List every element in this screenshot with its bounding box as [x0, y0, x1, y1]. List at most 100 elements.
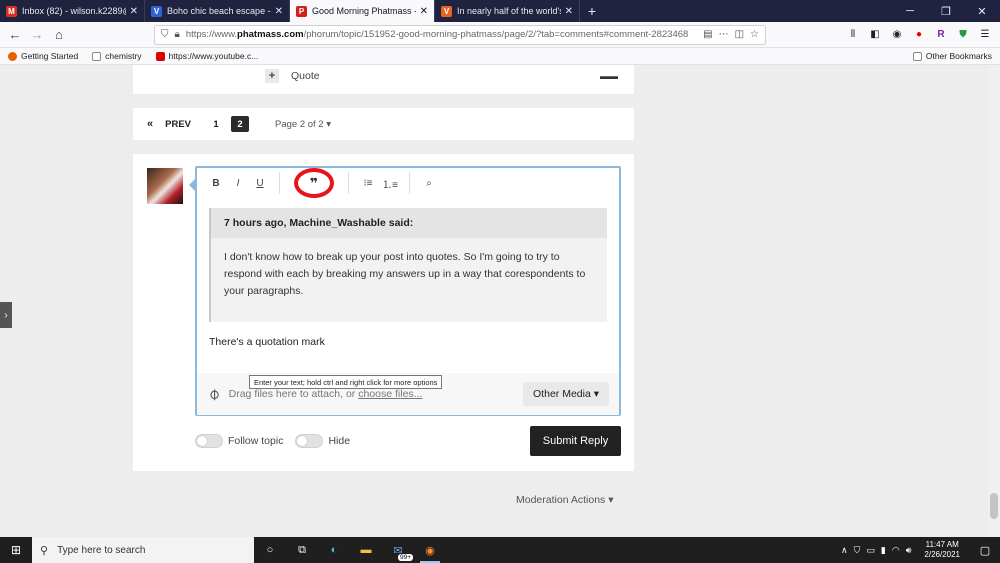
- quote-toolbar-button[interactable]: ❞: [294, 168, 334, 198]
- toolbar-right: ⫴ ◧ ◉ ● R ⛊ ☰: [842, 24, 996, 46]
- submit-reply-button[interactable]: Submit Reply: [530, 426, 621, 456]
- toolbar-divider: [409, 172, 410, 194]
- extension-shield-icon[interactable]: ⛊: [952, 24, 974, 46]
- italic-button[interactable]: I: [227, 172, 249, 194]
- page-link-2[interactable]: 2: [231, 116, 249, 132]
- gmail-icon: M: [6, 5, 17, 17]
- bookmark-star-icon[interactable]: ☆: [750, 29, 759, 40]
- bookmark-youtube[interactable]: https://www.youtube.c...: [155, 51, 258, 61]
- page-jump-dropdown[interactable]: Page 2 of 2 ▾: [275, 119, 331, 130]
- navigation-bar: ← → ⌂ ⛉ 🔒︎ https://www.phatmass.com/phor…: [0, 22, 1000, 48]
- side-panel-toggle[interactable]: ›: [0, 302, 12, 328]
- reply-options: Follow topic Hide Submit Reply: [195, 426, 621, 456]
- tab-title: Inbox (82) - wilson.k2289@gm: [22, 6, 126, 16]
- close-tab-icon[interactable]: ✕: [420, 6, 428, 17]
- reader-view-icon[interactable]: ▤: [703, 29, 712, 40]
- account-icon[interactable]: ◉: [886, 24, 908, 46]
- close-window-button[interactable]: ✕: [964, 0, 1000, 22]
- browser-tab-0[interactable]: M Inbox (82) - wilson.k2289@gm ✕: [0, 0, 145, 22]
- prev-page-link[interactable]: PREV: [165, 119, 191, 130]
- forward-button[interactable]: →: [26, 24, 48, 46]
- quote-button[interactable]: + Quote: [265, 69, 320, 83]
- tray-shield-icon[interactable]: ⛉: [854, 545, 861, 556]
- hide-toggle[interactable]: [295, 434, 324, 448]
- bookmarks-bar: Getting Started chemistry https://www.yo…: [0, 48, 1000, 65]
- hide-label: Hide: [328, 435, 351, 447]
- page-scrollbar[interactable]: [988, 65, 1000, 537]
- more-actions-icon[interactable]: ⋯: [719, 29, 729, 40]
- restore-button[interactable]: ❐: [928, 0, 964, 22]
- page-link-1[interactable]: 1: [207, 116, 225, 132]
- mail-icon[interactable]: ✉ 99+: [382, 537, 414, 563]
- window-controls: ─ ❐ ✕: [892, 0, 1000, 22]
- mail-badge: 99+: [397, 554, 413, 561]
- pagination: « PREV 1 2 Page 2 of 2 ▾: [133, 108, 634, 140]
- choose-files-link[interactable]: choose files...: [358, 388, 422, 400]
- sidebar-icon[interactable]: ◧: [864, 24, 886, 46]
- task-view-icon[interactable]: ⧉: [286, 537, 318, 563]
- edge-icon[interactable]: ◐: [318, 537, 350, 563]
- file-explorer-icon[interactable]: ▬: [350, 537, 382, 563]
- other-bookmarks[interactable]: Other Bookmarks: [912, 51, 992, 61]
- preview-icon[interactable]: ⌕: [418, 172, 440, 194]
- reaction-sunglasses-icon[interactable]: ▬▬: [600, 71, 618, 81]
- bookmark-chemistry[interactable]: chemistry: [92, 51, 142, 61]
- new-tab-button[interactable]: +: [580, 0, 604, 22]
- volume-icon[interactable]: 🔊︎: [906, 545, 912, 556]
- tab-title: Boho chic beach escape - New: [167, 6, 271, 16]
- other-media-button[interactable]: Other Media ▾: [523, 382, 609, 406]
- wifi-icon[interactable]: ◠: [892, 545, 900, 556]
- close-tab-icon[interactable]: ✕: [565, 6, 573, 17]
- menu-icon[interactable]: ☰: [974, 24, 996, 46]
- extension-opera-icon[interactable]: ●: [908, 24, 930, 46]
- drag-files-text: Drag files here to attach, or choose fil…: [228, 388, 423, 400]
- tray-chevron-icon[interactable]: ∧: [841, 545, 848, 556]
- firefox-taskbar-icon[interactable]: ◉: [414, 537, 446, 563]
- browser-tab-1[interactable]: V Boho chic beach escape - New ✕: [145, 0, 290, 22]
- editor-tooltip: Enter your text; hold ctrl and right cli…: [249, 375, 443, 389]
- cortana-icon[interactable]: ○: [254, 537, 286, 563]
- tab-title: Good Morning Phatmass - Pag: [312, 6, 416, 16]
- address-bar[interactable]: ⛉ 🔒︎ https://www.phatmass.com/phorum/top…: [154, 24, 766, 45]
- battery-icon[interactable]: ▮: [881, 545, 886, 556]
- browser-tab-3[interactable]: V In nearly half of the world's co ✕: [435, 0, 580, 22]
- scrollbar-thumb[interactable]: [990, 493, 998, 519]
- numbered-list-icon[interactable]: ⒈≡: [379, 172, 401, 194]
- tray-device-icon[interactable]: ▭: [866, 545, 875, 556]
- minimize-button[interactable]: ─: [892, 0, 928, 22]
- quoted-post: 7 hours ago, Machine_Washable said: I do…: [209, 208, 607, 322]
- back-button[interactable]: ←: [4, 24, 26, 46]
- windows-start-icon[interactable]: ⊞: [0, 537, 32, 563]
- v-icon: V: [151, 5, 162, 17]
- taskbar-search[interactable]: ⚲ Type here to search: [32, 537, 254, 563]
- plus-icon: +: [265, 69, 279, 83]
- pocket-icon[interactable]: ◫: [735, 29, 744, 40]
- library-icon[interactable]: ⫴: [842, 24, 864, 46]
- news-icon: V: [441, 5, 452, 17]
- windows-taskbar: ⊞ ⚲ Type here to search ○ ⧉ ◐ ▬ ✉ 99+ ◉ ∧…: [0, 537, 1000, 563]
- close-tab-icon[interactable]: ✕: [130, 6, 138, 17]
- underline-button[interactable]: U: [249, 172, 271, 194]
- first-page-icon[interactable]: «: [147, 118, 153, 130]
- browser-tab-2[interactable]: P Good Morning Phatmass - Pag ✕: [290, 0, 435, 22]
- home-button[interactable]: ⌂: [48, 24, 70, 46]
- bullet-list-icon[interactable]: ⁝≡: [357, 172, 379, 194]
- clock[interactable]: 11:47 AM 2/26/2021: [924, 540, 960, 560]
- page-content: + Quote ▬▬ « PREV 1 2 Page 2 of 2 ▾ B I …: [0, 65, 1000, 537]
- url-text: https://www.phatmass.com/phorum/topic/15…: [185, 29, 689, 40]
- youtube-icon: [155, 51, 165, 61]
- bookmark-getting-started[interactable]: Getting Started: [8, 51, 78, 61]
- folder-icon: [92, 51, 102, 61]
- bold-button[interactable]: B: [205, 172, 227, 194]
- quote-icon: ❞: [309, 174, 319, 191]
- moderation-actions-menu[interactable]: Moderation Actions ▾: [516, 494, 614, 506]
- rich-text-editor[interactable]: B I U ❞ ⁝≡ ⒈≡ ⌕ 7 hours ago, Machine_Was…: [195, 166, 621, 416]
- extension-r-icon[interactable]: R: [930, 24, 952, 46]
- editor-typed-text[interactable]: There's a quotation mark: [209, 336, 325, 348]
- toolbar-divider: [279, 172, 280, 194]
- notifications-icon[interactable]: ▢: [973, 544, 997, 557]
- folder-icon: [912, 51, 922, 61]
- follow-topic-toggle[interactable]: [195, 434, 223, 448]
- close-tab-icon[interactable]: ✕: [275, 6, 283, 17]
- toolbar-divider: [348, 172, 349, 194]
